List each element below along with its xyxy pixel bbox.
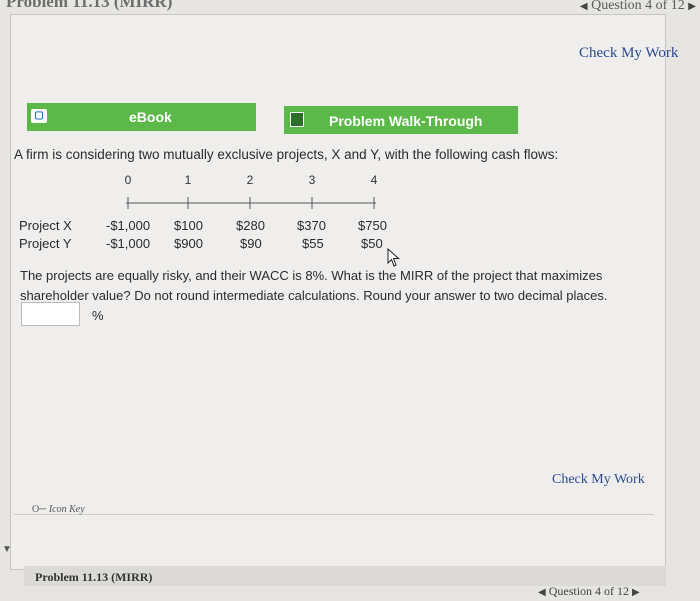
question-intro: A firm is considering two mutually exclu… <box>14 147 559 162</box>
cash-flow-cell: $900 <box>174 236 203 251</box>
project-name: Project X <box>19 218 72 233</box>
project-y-row: Project Y -$1,000 $900 $90 $55 $50 <box>0 236 700 254</box>
timeline-label: 0 <box>125 173 132 187</box>
question-nav-label: Question 4 of 12 <box>591 0 685 13</box>
question-nav-bottom[interactable]: ◀ Question 4 of 12 ▶ <box>538 584 640 599</box>
next-question-icon[interactable]: ▶ <box>632 587 640 598</box>
walkthrough-label: Problem Walk-Through <box>329 113 483 129</box>
check-my-work-button-top[interactable]: Check My Work <box>579 45 678 62</box>
timeline-label: 2 <box>247 173 254 187</box>
check-my-work-button-bottom[interactable]: Check My Work <box>552 472 645 488</box>
walkthrough-button[interactable]: Problem Walk-Through <box>284 106 518 134</box>
icon-key-label: Icon Key <box>48 504 85 515</box>
timeline-label: 4 <box>371 173 378 187</box>
cash-flow-cell: $750 <box>358 218 387 233</box>
divider <box>14 514 654 515</box>
cash-flow-cell: $280 <box>236 218 265 233</box>
question-nav-top[interactable]: ◀ Question 4 of 12 ▶ <box>580 0 696 14</box>
cash-flow-cell: $90 <box>240 236 262 251</box>
page-title: Problem 11.13 (MIRR) <box>6 0 173 11</box>
cash-flow-cell: $55 <box>302 236 324 251</box>
key-icon: O─ <box>32 504 47 515</box>
prev-question-icon[interactable]: ◀ <box>538 587 546 598</box>
question-instructions: The projects are equally risky, and thei… <box>20 268 608 303</box>
collapse-arrow-icon[interactable]: ▼ <box>2 544 12 555</box>
icon-key-link[interactable]: O─ Icon Key <box>32 504 85 515</box>
cash-flow-cell: -$1,000 <box>106 218 151 233</box>
walkthrough-icon <box>290 112 304 127</box>
cash-flow-cell: -$1,000 <box>106 236 151 251</box>
cash-flow-cell: $50 <box>361 236 383 251</box>
cash-flow-timeline: 0 1 2 3 4 <box>125 173 378 209</box>
prev-question-icon[interactable]: ◀ <box>580 1 588 12</box>
project-name: Project Y <box>19 236 72 251</box>
project-x-row: Project X -$1,000 $100 $280 $370 $750 <box>0 218 700 236</box>
timeline-label: 3 <box>309 173 316 187</box>
cash-flow-cell: $100 <box>174 218 203 233</box>
ebook-label: eBook <box>129 109 172 125</box>
book-icon: ▢ <box>31 109 47 123</box>
timeline-label: 1 <box>185 173 192 187</box>
ebook-button[interactable]: ▢ eBook <box>27 103 256 131</box>
next-question-icon[interactable]: ▶ <box>688 1 696 12</box>
answer-input[interactable] <box>21 302 80 326</box>
cash-flow-cell: $370 <box>297 218 326 233</box>
cursor-icon <box>387 248 400 267</box>
percent-unit: % <box>92 308 104 323</box>
question-nav-label: Question 4 of 12 <box>548 584 630 598</box>
footer-problem-title: Problem 11.13 (MIRR) <box>35 570 153 584</box>
